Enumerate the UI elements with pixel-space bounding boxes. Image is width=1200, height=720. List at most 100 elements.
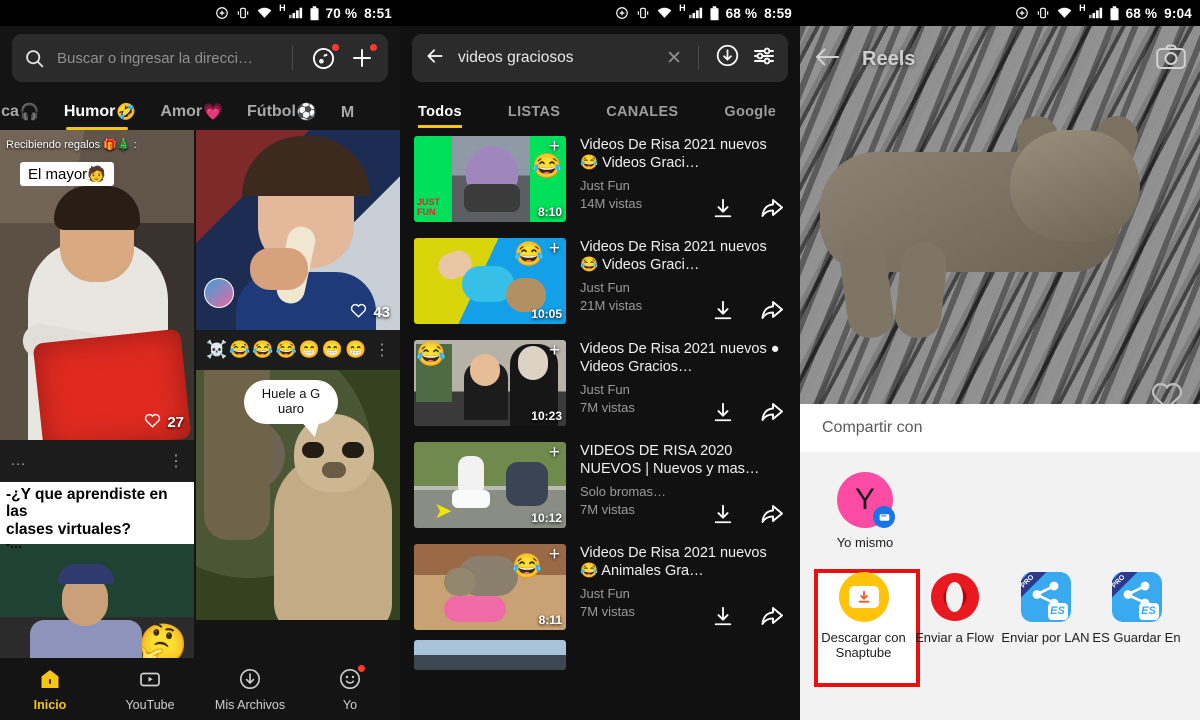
like-count-container[interactable]: 27 xyxy=(144,412,184,432)
feed-card-gift[interactable]: Recibiendo regalos 🎁🎄 : El mayor🧑 27 xyxy=(0,130,194,440)
tab-todos[interactable]: Todos xyxy=(418,104,462,128)
search-query-bar[interactable]: videos graciosos ✕ xyxy=(412,34,788,82)
feed-card-meerkat[interactable]: Huele a G uaro xyxy=(196,370,400,620)
tab-google[interactable]: Google xyxy=(724,104,776,128)
heart-icon[interactable] xyxy=(1150,379,1184,404)
video-title[interactable]: Videos De Risa 2021 nuevos 😂 Videos Grac… xyxy=(580,136,786,173)
reels-video-player[interactable]: Reels xyxy=(800,26,1200,404)
category-tab-musica[interactable]: úsica🎧 xyxy=(0,102,40,130)
add-to-queue-icon[interactable]: + xyxy=(549,545,560,564)
video-title[interactable]: Videos De Risa 2021 nuevos 😂 Animales Gr… xyxy=(580,544,786,581)
add-to-queue-icon[interactable]: + xyxy=(549,341,560,360)
nav-item-yo[interactable]: Yo xyxy=(300,664,400,712)
back-arrow-icon[interactable] xyxy=(814,46,840,73)
category-tab-strip[interactable]: úsica🎧 Humor🤣 Amor💗 Fútbol⚽ M xyxy=(0,88,400,130)
category-tab-amor[interactable]: Amor 💗 xyxy=(160,102,223,130)
notification-dot xyxy=(358,664,365,672)
nav-item-mis-archivos[interactable]: Mis Archivos xyxy=(200,667,300,712)
result-actions xyxy=(712,299,784,326)
overflow-menu-icon[interactable]: ⋮ xyxy=(168,451,184,471)
nav-item-inicio[interactable]: Inicio xyxy=(0,667,100,712)
video-title[interactable]: Videos De Risa 2021 nuevos 😂 Videos Grac… xyxy=(580,238,786,275)
share-icon[interactable] xyxy=(760,299,784,326)
share-icon[interactable] xyxy=(760,503,784,530)
download-icon[interactable] xyxy=(712,503,734,530)
video-title[interactable]: Videos De Risa 2021 nuevos ● Videos Grac… xyxy=(580,340,786,377)
heart-emoji: 💗 xyxy=(203,104,224,121)
share-app-flow[interactable]: Enviar a Flow xyxy=(909,565,1000,661)
download-icon[interactable] xyxy=(712,299,734,326)
back-arrow-icon[interactable] xyxy=(424,46,446,71)
grin-emoji[interactable]: 😁 xyxy=(345,340,366,360)
emoji-reaction-row[interactable]: ☠️ 😂 😂 😂 😁 😁 😁 xyxy=(206,340,371,360)
search-input-2[interactable]: videos graciosos xyxy=(458,49,654,67)
avatar[interactable] xyxy=(204,278,234,308)
feed-card-meta-strip[interactable]: … ⋮ xyxy=(0,440,194,482)
add-to-queue-icon[interactable]: + xyxy=(549,137,560,156)
share-app-lan[interactable]: PRO ES Enviar por LAN xyxy=(1000,565,1091,661)
share-app-snaptube[interactable]: Descargar con Snaptube xyxy=(818,565,909,661)
es-glyph: PRO ES xyxy=(1020,571,1071,622)
download-icon[interactable] xyxy=(712,197,734,224)
result-actions xyxy=(712,503,784,530)
share-app-label: ES Guardar En xyxy=(1092,629,1181,645)
tab-listas[interactable]: LISTAS xyxy=(508,104,560,128)
laugh-emoji[interactable]: 😂 xyxy=(276,340,297,360)
result-row-partial[interactable] xyxy=(400,638,800,678)
video-thumbnail[interactable]: 😂 + 10:23 xyxy=(414,340,566,426)
video-thumbnail[interactable]: JUST FUN 😂 + 8:10 xyxy=(414,136,566,222)
filter-icon[interactable] xyxy=(752,44,776,73)
video-channel: Just Fun xyxy=(580,279,630,295)
add-to-queue-icon[interactable]: + xyxy=(549,443,560,462)
like-count: 27 xyxy=(167,413,184,431)
status-bar-1: H 70 % 8:51 xyxy=(0,0,400,26)
result-row[interactable]: ➤ + 10:12 VIDEOS DE RISA 2020 NUEVOS | N… xyxy=(400,434,800,536)
video-thumbnail[interactable]: ➤ + 10:12 xyxy=(414,442,566,528)
tab-canales[interactable]: CANALES xyxy=(606,104,678,128)
skull-emoji[interactable]: ☠️ xyxy=(206,340,227,360)
feed-card-banana[interactable]: 43 xyxy=(196,130,400,330)
category-tab-more[interactable]: M xyxy=(341,104,354,130)
grin-emoji[interactable]: 😁 xyxy=(322,340,343,360)
laugh-emoji[interactable]: 😂 xyxy=(229,340,250,360)
feed-card-meme[interactable]: 🤔 -¿Y que aprendiste en las clases virtu… xyxy=(0,482,194,662)
search-input[interactable]: Buscar o ingresar la direcci… xyxy=(57,50,282,67)
card-image-eye xyxy=(342,442,364,458)
wifi-icon xyxy=(657,7,672,19)
add-tab-icon[interactable] xyxy=(350,44,377,70)
video-thumbnail[interactable] xyxy=(414,640,566,670)
music-discover-icon[interactable] xyxy=(311,43,339,71)
overflow-menu-icon[interactable]: ⋮ xyxy=(374,340,390,360)
share-icon[interactable] xyxy=(760,197,784,224)
download-icon[interactable] xyxy=(712,605,734,632)
result-row[interactable]: 😂 + 10:23 Videos De Risa 2021 nuevos ● V… xyxy=(400,332,800,434)
share-icon[interactable] xyxy=(760,605,784,632)
grin-emoji[interactable]: 😁 xyxy=(299,340,320,360)
like-count-container[interactable]: 43 xyxy=(350,302,390,322)
camera-icon[interactable] xyxy=(1156,44,1186,75)
add-to-queue-icon[interactable]: + xyxy=(549,239,560,258)
download-icon[interactable] xyxy=(712,401,734,428)
video-thumbnail[interactable]: 😂 + 10:05 xyxy=(414,238,566,324)
result-row[interactable]: 😂 + 10:05 Videos De Risa 2021 nuevos 😂 V… xyxy=(400,230,800,332)
address-search-bar[interactable]: Buscar o ingresar la direcci… xyxy=(12,34,388,82)
share-sheet-title: Compartir con xyxy=(822,419,923,436)
download-circle-icon[interactable] xyxy=(715,43,740,73)
result-row[interactable]: JUST FUN 😂 + 8:10 Videos De Risa 2021 nue… xyxy=(400,128,800,230)
clear-icon[interactable]: ✕ xyxy=(666,47,682,70)
video-thumbnail[interactable]: 😂 + 8:11 xyxy=(414,544,566,630)
feed-card-reaction-strip[interactable]: ☠️ 😂 😂 😂 😁 😁 😁 ⋮ xyxy=(196,330,400,370)
video-title[interactable]: VIDEOS DE RISA 2020 NUEVOS | Nuevos y ma… xyxy=(580,442,786,479)
share-icon[interactable] xyxy=(760,401,784,428)
result-tab-strip[interactable]: Todos LISTAS CANALES Google xyxy=(400,88,800,128)
nav-item-youtube[interactable]: YouTube xyxy=(100,667,200,712)
heart-icon xyxy=(144,412,161,432)
laugh-emoji[interactable]: 😂 xyxy=(252,340,273,360)
result-row[interactable]: 😂 + 8:11 Videos De Risa 2021 nuevos 😂 An… xyxy=(400,536,800,638)
category-tab-futbol[interactable]: Fútbol ⚽ xyxy=(247,102,317,130)
share-app-es-save[interactable]: PRO ES ES Guardar En xyxy=(1091,565,1182,661)
category-tab-humor[interactable]: Humor 🤣 xyxy=(64,102,136,130)
status-bar-2: H 68 % 8:59 xyxy=(400,0,800,26)
video-feed: Recibiendo regalos 🎁🎄 : El mayor🧑 27 … ⋮ xyxy=(0,130,400,662)
share-contact-yo-mismo[interactable]: Y Yo mismo xyxy=(818,466,912,551)
